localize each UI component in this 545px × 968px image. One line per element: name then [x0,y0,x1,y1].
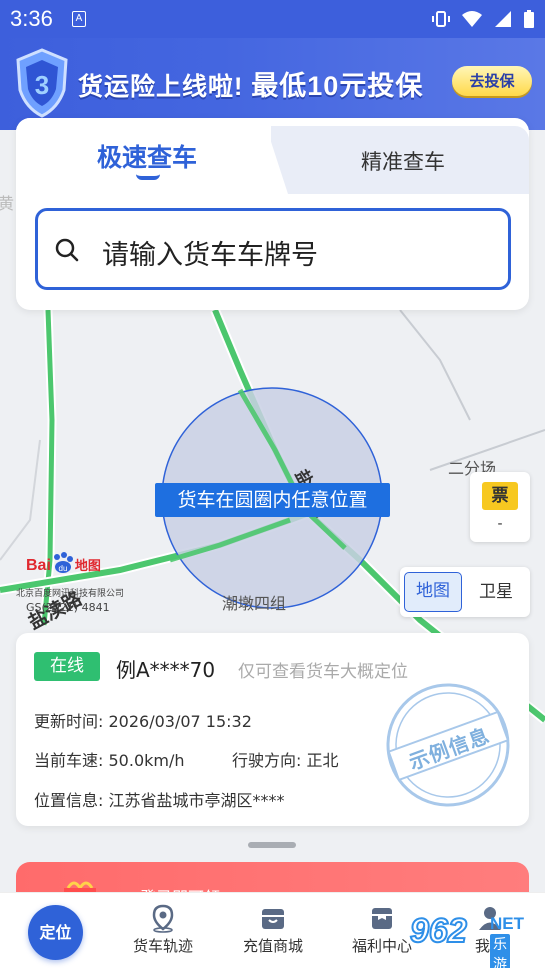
svg-text:du: du [58,564,67,573]
tab-active-indicator [136,174,160,180]
update-time-row: 更新时间: 2026/03/07 15:32 [34,712,252,731]
locate-button[interactable]: 定位 [28,905,83,960]
online-status-badge: 在线 [34,652,100,681]
insurance-promo-banner[interactable]: 3 货运险上线啦! 最低10元投保 去投保 [0,38,545,130]
notification-icon: A [72,11,86,27]
shop-icon [262,909,284,929]
nav-truck-track[interactable]: 货车轨迹 [113,903,213,956]
place-label-huang: 黄 [0,194,15,213]
tab-fast-search[interactable]: 极速查车 [16,138,278,174]
map-copyright: 北京百度网讯科技有限公司 GS(2021) 4841 [16,589,125,614]
map-toggle-map[interactable]: 地图 [404,572,462,612]
nav-recharge-shop[interactable]: 充值商城 [223,903,323,956]
svg-text:3: 3 [35,70,49,100]
sheet-drag-handle[interactable] [248,842,296,848]
gift-bag-icon [372,908,392,929]
status-bar: 3:36 A [0,0,545,38]
ticket-badge: 票 [482,482,518,510]
location-pin-icon [152,904,174,933]
status-time: 3:36 [10,6,53,31]
ticket-sub-value: - [497,516,503,532]
ticket-button[interactable]: 票 - [470,472,530,542]
map-toggle-satellite[interactable]: 卫星 [466,572,526,612]
shield-icon: 3 [16,48,68,118]
map-type-toggle: 地图 卫星 [400,567,530,617]
circle-hint-label: 货车在圆圈内任意位置 [155,483,390,517]
insure-now-button[interactable]: 去投保 [452,66,532,96]
vibrate-icon [432,11,450,27]
location-row: 位置信息: 江苏省盐城市亭湖区**** [34,791,285,810]
signal-icon [495,11,511,27]
search-card: 极速查车 精准查车 请输入货车车牌号 [16,118,529,310]
plate-number: 例A****70 [116,658,216,682]
search-placeholder: 请输入货车车牌号 [102,240,318,271]
sample-stamp: 示例信息 [366,663,529,826]
place-label-chaodun: 潮墩四组 [222,594,287,613]
plate-search-input[interactable]: 请输入货车车牌号 [35,208,511,290]
banner-headline: 货运险上线啦! 最低10元投保 [78,71,424,101]
baidu-map-logo: Bai du 地图 [26,552,101,575]
speed-row: 当前车速: 50.0km/h [34,751,185,770]
direction-row: 行驶方向: 正北 [232,751,339,770]
location-note: 仅可查看货车大概定位 [238,662,408,682]
site-watermark: 962 NET 乐游网 [409,911,524,968]
tab-precise-search[interactable]: 精准查车 [278,146,528,176]
battery-icon [524,10,534,28]
search-icon [55,238,79,262]
vehicle-info-card: 示例信息 在线 例A****70 仅可查看货车大概定位 更新时间: 2026/0… [16,633,529,826]
paw-icon: du [53,552,73,573]
wifi-icon [462,11,482,27]
